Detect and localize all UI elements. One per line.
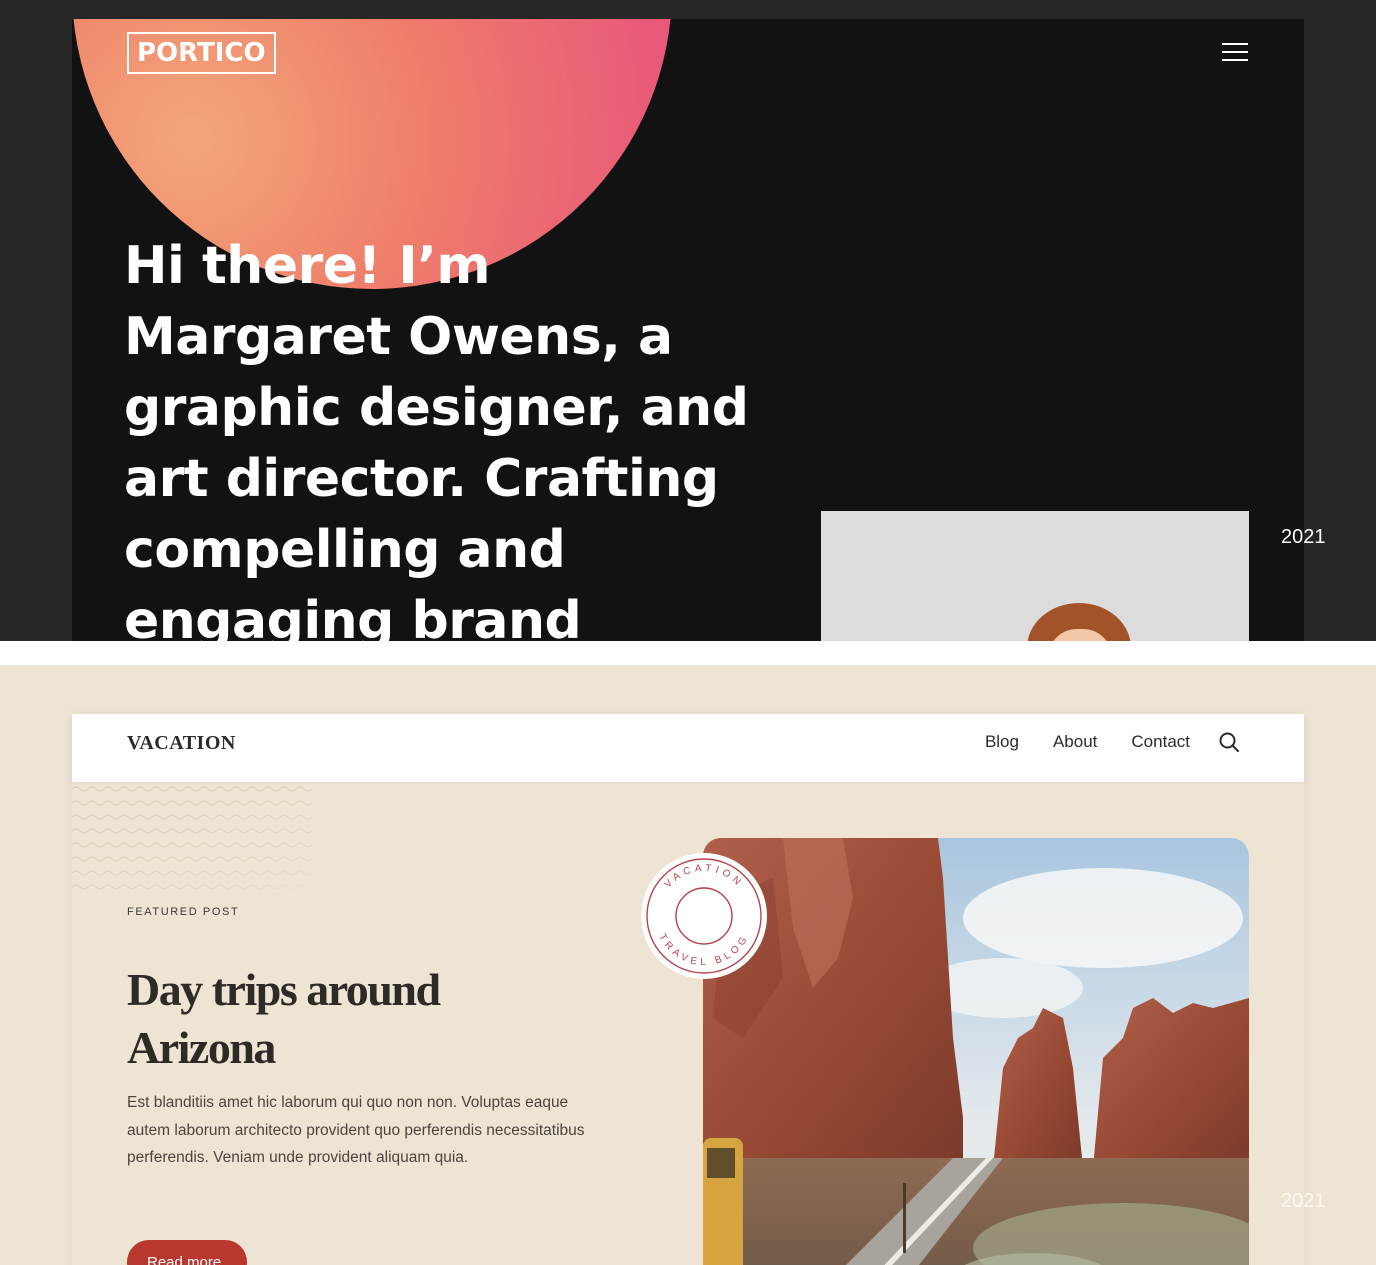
wave-pattern [72,782,312,894]
hero-heading: Hi there! I’m Margaret Owens, a graphic … [124,236,749,641]
portico-showcase: PORTICO Hi there! I’m Margaret Owens, a … [0,0,1376,641]
nav-about[interactable]: About [1053,732,1097,752]
site-header: VACATION Blog About Contact [72,714,1304,782]
portrait-image [821,511,1249,641]
search-icon[interactable] [1218,731,1240,753]
vacation-logo[interactable]: VACATION [127,732,236,755]
read-more-button[interactable]: Read more [127,1240,247,1265]
year-label: 2021 [1281,526,1326,548]
nav-blog[interactable]: Blog [985,732,1019,752]
portico-logo[interactable]: PORTICO [127,32,276,74]
vacation-preview: VACATION Blog About Contact FEATURED POS… [72,714,1304,1265]
hamburger-menu-icon[interactable] [1222,43,1248,63]
portico-preview: PORTICO Hi there! I’m Margaret Owens, a … [72,19,1304,641]
vacation-showcase: VACATION Blog About Contact FEATURED POS… [0,665,1376,1265]
post-title[interactable]: Day trips around Arizona [127,961,567,1077]
post-excerpt: Est blanditiis amet hic laborum qui quo … [127,1094,585,1166]
arizona-photo[interactable] [703,838,1249,1265]
nav-contact[interactable]: Contact [1131,732,1190,752]
main-nav: Blog About Contact [985,732,1190,752]
featured-post-label: FEATURED POST [127,906,240,918]
vacation-travel-blog-badge: VACATION TRAVEL BLOG [641,853,767,979]
year-label-bottom: 2021 [1281,1190,1326,1212]
